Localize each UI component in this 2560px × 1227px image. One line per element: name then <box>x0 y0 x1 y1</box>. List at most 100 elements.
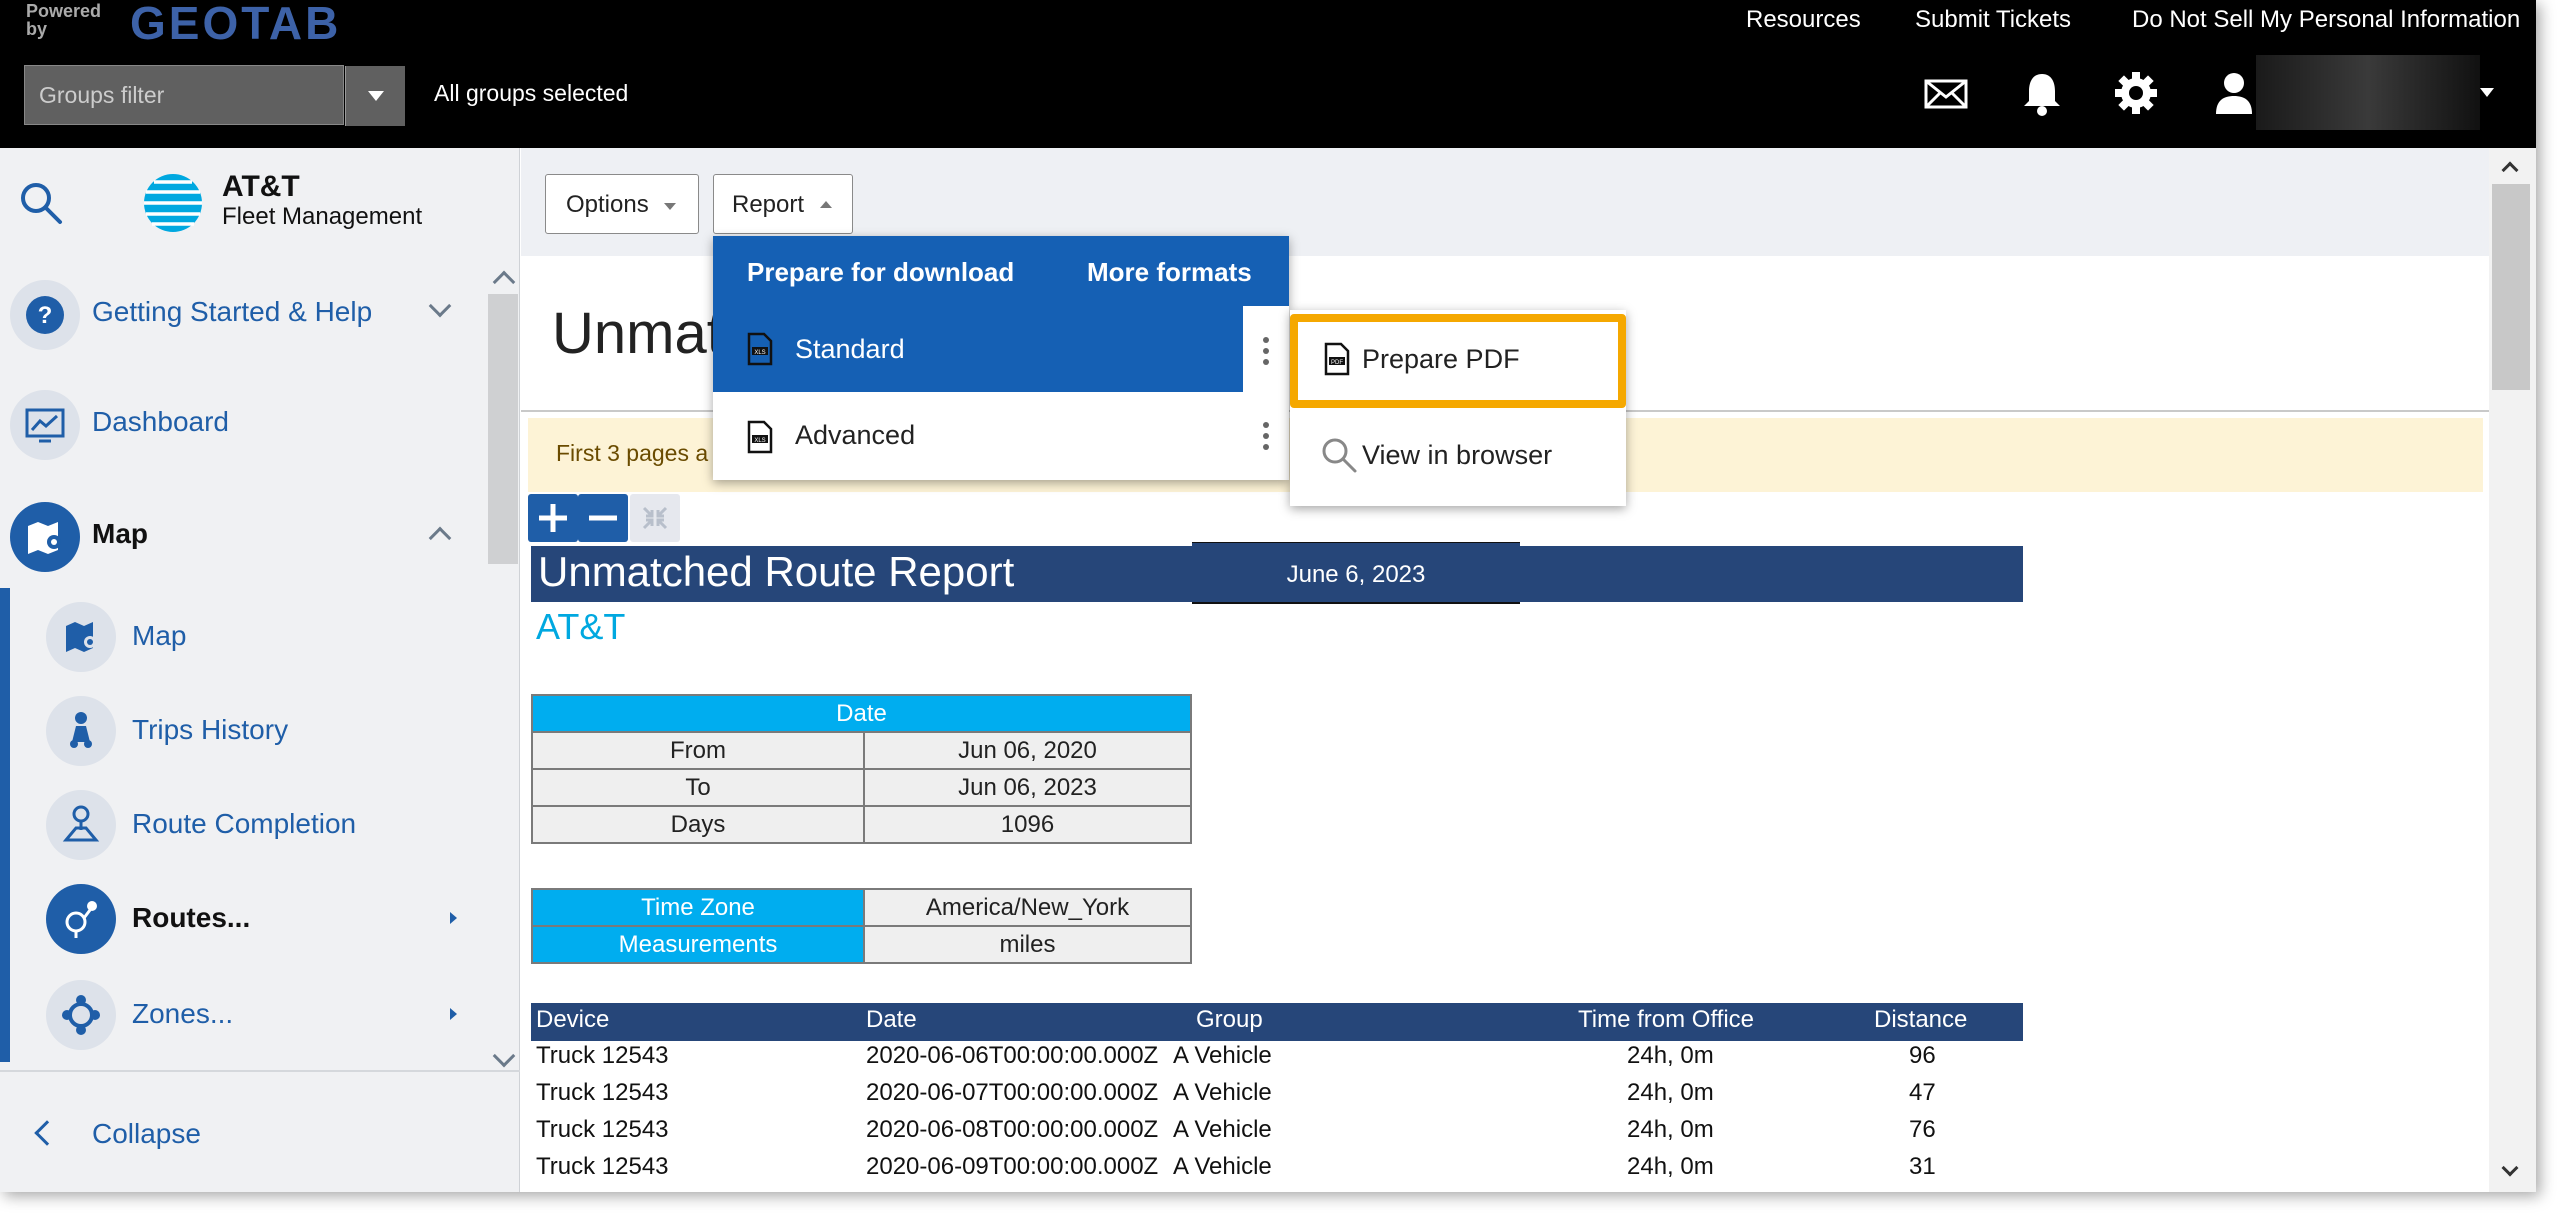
resources-link[interactable]: Resources <box>1746 6 1861 34</box>
table-cell: Time Zone <box>531 888 865 927</box>
table-row: Time Zone America/New_York <box>531 888 1192 927</box>
options-button[interactable]: Options <box>545 174 699 234</box>
sidebar-item-dashboard[interactable]: Dashboard <box>0 382 484 468</box>
report-title: Unmatched Route Report <box>538 548 1015 595</box>
chevron-right-icon <box>450 1008 457 1020</box>
table-cell: 24h, 0m <box>1627 1116 1714 1143</box>
more-options-icon[interactable] <box>1263 337 1269 370</box>
column-header-time-from-office: Time from Office <box>1578 1006 1755 1033</box>
prepare-for-download-tab[interactable]: Prepare for download <box>747 257 1014 288</box>
do-not-sell-link[interactable]: Do Not Sell My Personal Information <box>2132 6 2520 34</box>
table-cell: 2020-06-07T00:00:00.000Z <box>866 1079 1159 1106</box>
mail-icon[interactable] <box>1922 68 1970 118</box>
advanced-menu-item[interactable]: XLS Advanced <box>713 394 1243 480</box>
pdf-file-icon: PDF <box>1324 342 1350 376</box>
svg-text:XLS: XLS <box>754 438 765 444</box>
standard-menu-item[interactable]: XLS Standard <box>713 306 1243 392</box>
sidebar-item-label: Map <box>132 620 187 651</box>
table-cell: 2020-06-09T00:00:00.000Z <box>866 1153 1159 1180</box>
main-scrollbar-thumb[interactable] <box>2492 184 2530 390</box>
report-date: June 6, 2023 <box>1286 561 1426 588</box>
user-name-redacted[interactable] <box>2256 55 2480 130</box>
geotab-logo: GEOTAB <box>130 0 342 49</box>
standard-submenu: PDF Prepare PDF View in browser <box>1290 310 1626 506</box>
svg-text:PDF: PDF <box>1331 360 1343 366</box>
search-icon <box>1320 436 1358 474</box>
submit-tickets-link[interactable]: Submit Tickets <box>1915 6 2071 34</box>
prepare-pdf-menu-item[interactable]: PDF Prepare PDF <box>1298 322 1618 400</box>
collapse-button[interactable]: Collapse <box>0 1090 480 1180</box>
att-globe-logo <box>142 172 204 234</box>
routes-icon <box>46 884 116 954</box>
table-cell: From <box>531 731 865 770</box>
view-in-browser-menu-item[interactable]: View in browser <box>1298 412 1618 498</box>
sidebar-item-label: Dashboard <box>92 406 229 437</box>
user-menu-chevron-icon[interactable] <box>2480 88 2494 97</box>
route-completion-icon <box>46 790 116 860</box>
svg-text:XLS: XLS <box>754 350 765 356</box>
table-row: To Jun 06, 2023 <box>531 768 1192 807</box>
date-table-header: Date <box>531 694 1192 733</box>
powered-by-text: Powered by <box>26 1 102 39</box>
brand-subtitle: Fleet Management <box>222 203 423 230</box>
sidebar-scroll-up-icon[interactable] <box>484 262 522 294</box>
more-formats-tab[interactable]: More formats <box>1087 257 1252 288</box>
table-cell: A Vehicle <box>1173 1153 1272 1180</box>
table-row: Days 1096 <box>531 805 1192 844</box>
sidebar-item-label: Trips History <box>132 714 289 745</box>
fit-page-button[interactable] <box>630 494 680 542</box>
report-label: Report <box>732 191 805 218</box>
sidebar-item-map-section[interactable]: Map <box>0 494 484 580</box>
search-icon[interactable] <box>18 180 64 226</box>
table-cell: 2020-06-06T00:00:00.000Z <box>866 1042 1159 1069</box>
table-cell: 31 <box>1909 1153 1936 1180</box>
sidebar-item-getting-started[interactable]: ? Getting Started & Help <box>0 272 484 358</box>
brand-name: AT&T <box>222 170 300 203</box>
sidebar-item-label: Routes... <box>132 902 251 933</box>
sidebar-item-trips-history[interactable]: Trips History <box>40 692 480 772</box>
bell-icon[interactable] <box>2018 68 2066 118</box>
page-title: Unmat <box>552 301 723 366</box>
gear-icon[interactable] <box>2112 68 2160 118</box>
report-menu-header: Prepare for download More formats <box>713 236 1289 306</box>
table-cell: A Vehicle <box>1173 1042 1272 1069</box>
table-cell: To <box>531 768 865 807</box>
report-button[interactable]: Report <box>713 174 853 234</box>
table-row: Truck 12543 2020-06-06T00:00:00.000Z A V… <box>531 1042 2023 1078</box>
sidebar-item-routes[interactable]: Routes... <box>40 880 480 960</box>
scroll-down-icon[interactable] <box>2494 1159 2528 1186</box>
app-window: Powered by GEOTAB Resources Submit Ticke… <box>0 0 2536 1192</box>
user-icon[interactable] <box>2210 68 2258 118</box>
groups-status-text: All groups selected <box>434 80 629 106</box>
map-icon <box>10 502 80 572</box>
groups-filter-input[interactable]: Groups filter <box>24 65 405 126</box>
notice-text: First 3 pages a <box>556 440 709 466</box>
map-icon <box>46 602 116 672</box>
column-header-group: Group <box>1196 1006 1263 1033</box>
sidebar-item-label: Map <box>92 518 148 549</box>
column-header-distance: Distance <box>1874 1006 1968 1033</box>
advanced-label: Advanced <box>795 420 916 450</box>
table-row: Truck 12543 2020-06-07T00:00:00.000Z A V… <box>531 1079 2023 1115</box>
table-row: From Jun 06, 2020 <box>531 731 1192 770</box>
table-cell: Days <box>531 805 865 844</box>
table-cell: 24h, 0m <box>1627 1153 1714 1180</box>
zoom-in-button[interactable] <box>528 494 578 542</box>
scroll-up-icon[interactable] <box>2494 154 2528 180</box>
sidebar-item-zones[interactable]: Zones... <box>40 976 480 1056</box>
chevron-down-icon <box>664 203 676 210</box>
sidebar-item-map[interactable]: Map <box>40 598 480 678</box>
groups-filter-dropdown-button[interactable] <box>345 66 405 126</box>
sidebar-item-label: Route Completion <box>132 808 357 839</box>
table-cell: 24h, 0m <box>1627 1042 1714 1069</box>
more-options-icon[interactable] <box>1263 422 1269 455</box>
standard-label: Standard <box>795 334 905 364</box>
sidebar-item-route-completion[interactable]: Route Completion <box>40 786 480 866</box>
zoom-out-button[interactable] <box>578 494 628 542</box>
sidebar-divider <box>0 1070 520 1072</box>
sidebar-scrollbar[interactable] <box>488 294 518 564</box>
settings-table: Time Zone America/New_York Measurements mi… <box>531 888 1192 964</box>
table-cell: Truck 12543 <box>536 1153 669 1180</box>
data-table-body: Truck 12543 2020-06-06T00:00:00.000Z A V… <box>531 1042 2023 1192</box>
date-table: Date From Jun 06, 2020 To Jun 06, 2023 Day… <box>531 694 1192 844</box>
